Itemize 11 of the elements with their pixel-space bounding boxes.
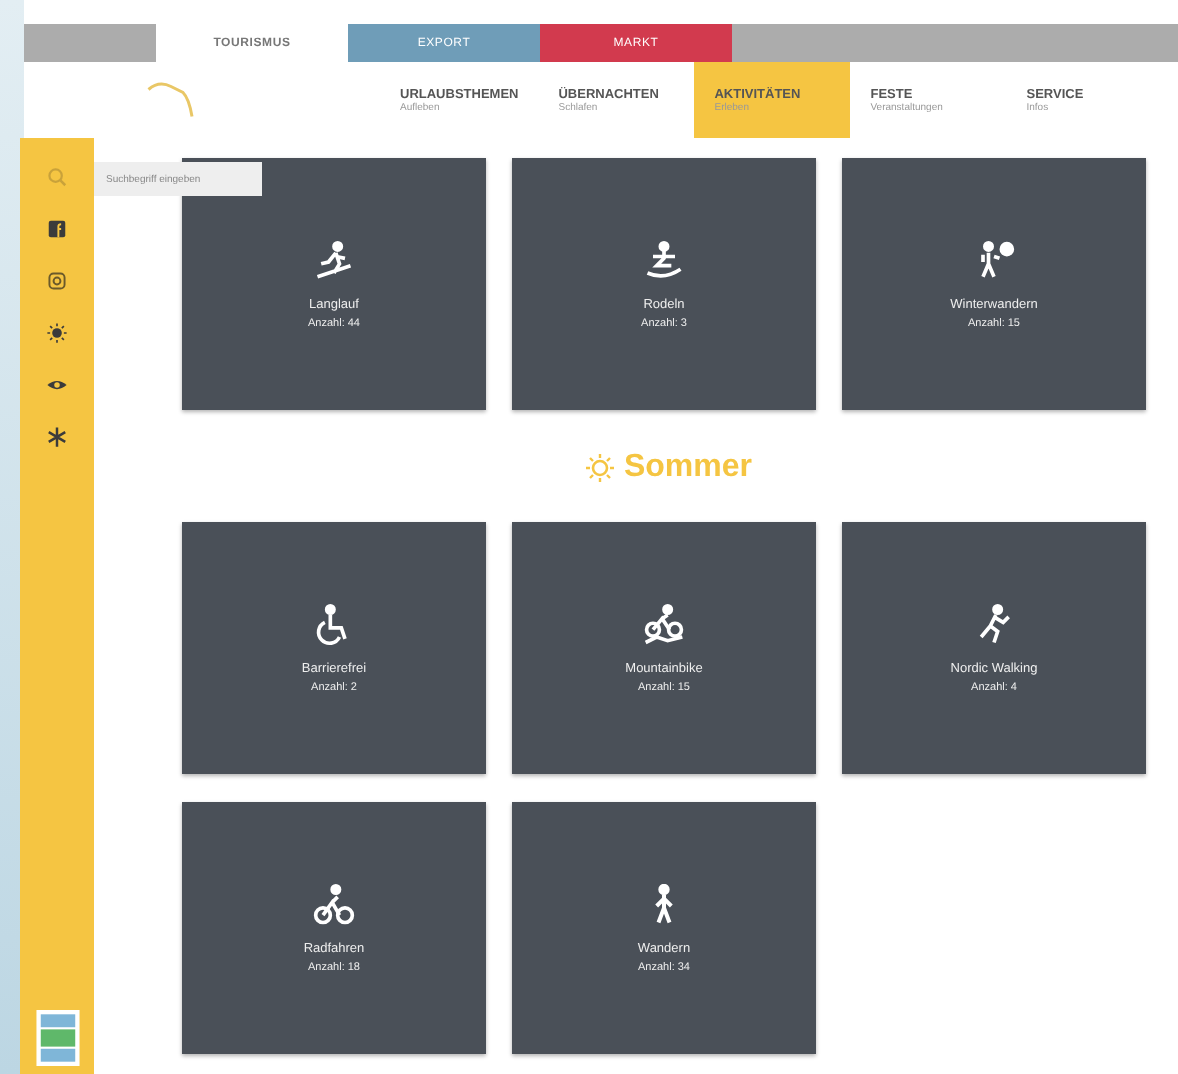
- sun-icon[interactable]: [46, 322, 68, 344]
- skier-icon: [312, 239, 356, 283]
- sled-icon: [642, 239, 686, 283]
- snowflake-icon[interactable]: [46, 426, 68, 448]
- instagram-icon[interactable]: [46, 270, 68, 292]
- cyclist-icon: [312, 883, 356, 927]
- section-title: Sommer: [623, 450, 753, 486]
- sun-icon: [583, 452, 616, 484]
- certificate-badge-icon: [35, 1010, 79, 1066]
- mountain-bike-icon: [642, 603, 686, 647]
- facebook-icon[interactable]: [46, 218, 68, 240]
